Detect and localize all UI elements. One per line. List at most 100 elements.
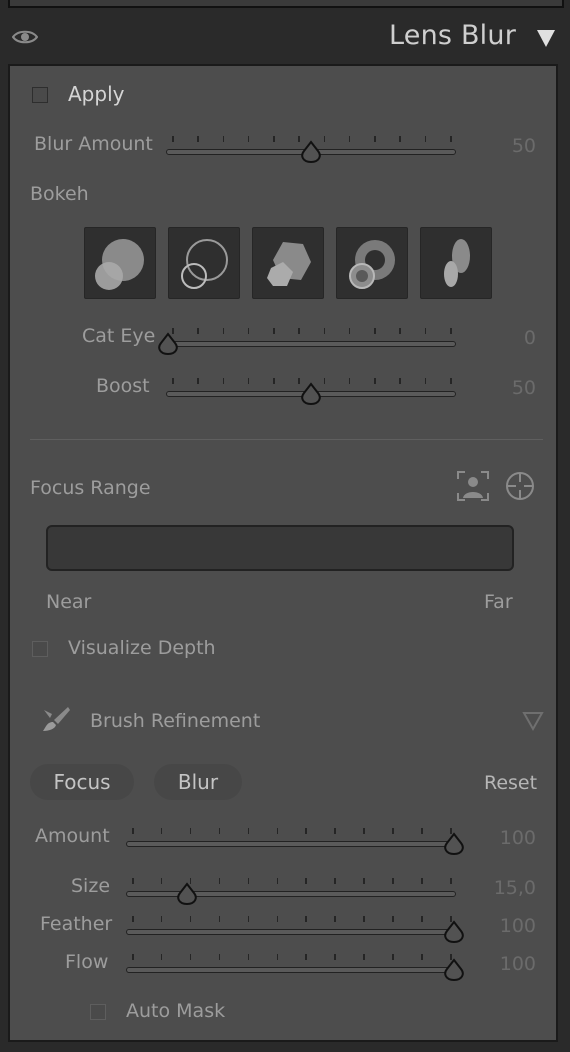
brush-icon	[43, 707, 70, 731]
amount-label: Amount	[35, 825, 110, 847]
size-label: Size	[71, 875, 111, 897]
slider-tick	[132, 954, 134, 960]
cat-eye-label: Cat Eye	[82, 325, 156, 347]
slider-tick	[323, 378, 326, 384]
slider-tick	[189, 954, 192, 960]
slider-tick	[273, 328, 275, 334]
far-label: Far	[484, 591, 513, 613]
slider-tick	[197, 136, 199, 142]
bokeh-ellipse-button[interactable]	[420, 227, 492, 299]
slider-tick	[172, 136, 174, 142]
slider-tick	[247, 878, 250, 884]
slider-thumb[interactable]	[300, 140, 322, 164]
panel-header[interactable]: Lens Blur	[0, 14, 570, 64]
slider-track[interactable]	[126, 929, 456, 935]
focus-range-depth-bar[interactable]	[46, 525, 514, 571]
slider-tick	[392, 916, 394, 922]
slider-tick	[392, 954, 394, 960]
slider-tick	[189, 916, 192, 922]
amount-slider[interactable]	[126, 824, 464, 856]
slider-tick	[348, 328, 351, 334]
slider-tick	[247, 328, 250, 334]
bokeh-blade-button[interactable]	[252, 227, 324, 299]
slider-tick	[222, 136, 225, 142]
slider-tick	[399, 136, 401, 142]
slider-tick	[197, 328, 199, 334]
auto-mask-label: Auto Mask	[126, 1000, 226, 1022]
slider-track[interactable]	[126, 841, 456, 847]
reset-button[interactable]: Reset	[484, 772, 537, 794]
slider-tick	[450, 878, 452, 884]
slider-tick	[276, 828, 279, 834]
slider-thumb[interactable]	[176, 882, 198, 906]
flow-value[interactable]: 100	[476, 953, 536, 975]
boost-value[interactable]: 50	[476, 377, 536, 399]
bokeh-circle-button[interactable]	[84, 227, 156, 299]
near-label: Near	[46, 591, 92, 613]
focus-brush-button[interactable]: Focus	[30, 764, 134, 800]
slider-thumb[interactable]	[443, 958, 465, 982]
slider-tick	[348, 136, 351, 142]
bokeh-donut-icon	[349, 240, 395, 289]
slider-tick	[450, 378, 452, 384]
triangle-down-icon[interactable]	[537, 30, 555, 47]
slider-tick	[276, 954, 279, 960]
blur-amount-slider[interactable]	[166, 132, 456, 164]
slider-tick	[421, 878, 423, 884]
slider-tick	[334, 916, 336, 922]
slider-tick	[197, 378, 199, 384]
bokeh-donut-button[interactable]	[336, 227, 408, 299]
bokeh-ring-button[interactable]	[168, 227, 240, 299]
cat-eye-value[interactable]: 0	[476, 327, 536, 349]
previous-panel-edge	[8, 0, 564, 8]
triangle-down-outline-icon[interactable]	[522, 710, 544, 732]
blur-amount-value[interactable]: 50	[476, 135, 536, 157]
slider-tick	[218, 916, 221, 922]
slider-thumb[interactable]	[443, 832, 465, 856]
flow-slider[interactable]	[126, 950, 464, 982]
slider-tick	[222, 328, 225, 334]
slider-tick	[363, 878, 365, 884]
subject-focus-icon[interactable]	[456, 470, 490, 502]
slider-thumb[interactable]	[443, 920, 465, 944]
size-slider[interactable]	[126, 874, 456, 906]
flow-label: Flow	[65, 951, 109, 973]
cat-eye-slider[interactable]	[158, 324, 456, 356]
slider-tick	[276, 878, 279, 884]
focus-range-label: Focus Range	[30, 477, 151, 499]
visualize-depth-checkbox[interactable]	[32, 641, 48, 657]
slider-tick	[421, 916, 423, 922]
slider-tick	[247, 916, 250, 922]
slider-tick	[160, 828, 163, 834]
slider-tick	[305, 916, 307, 922]
slider-tick	[374, 378, 376, 384]
slider-tick	[218, 954, 221, 960]
slider-tick	[334, 954, 336, 960]
slider-tick	[374, 328, 376, 334]
slider-tick	[160, 954, 163, 960]
slider-tick	[424, 378, 427, 384]
section-divider	[30, 439, 543, 440]
slider-tick	[424, 136, 427, 142]
slider-thumb[interactable]	[300, 382, 322, 406]
slider-thumb[interactable]	[157, 332, 179, 356]
bokeh-label: Bokeh	[30, 183, 89, 205]
panel-title: Lens Blur	[389, 20, 516, 51]
eye-icon[interactable]	[12, 28, 38, 46]
apply-checkbox[interactable]	[32, 87, 48, 103]
feather-slider[interactable]	[126, 912, 464, 944]
slider-tick	[247, 828, 250, 834]
amount-value[interactable]: 100	[476, 827, 536, 849]
blur-brush-button[interactable]: Blur	[154, 764, 242, 800]
feather-value[interactable]: 100	[476, 915, 536, 937]
slider-tick	[276, 916, 279, 922]
slider-track[interactable]	[126, 967, 456, 973]
feather-label: Feather	[40, 913, 113, 935]
auto-mask-checkbox[interactable]	[90, 1004, 106, 1020]
slider-tick	[392, 828, 394, 834]
boost-slider[interactable]	[166, 374, 456, 406]
slider-tick	[334, 878, 336, 884]
size-value[interactable]: 15,0	[476, 877, 536, 899]
slider-track[interactable]	[166, 341, 456, 347]
point-focus-icon[interactable]	[504, 470, 536, 502]
